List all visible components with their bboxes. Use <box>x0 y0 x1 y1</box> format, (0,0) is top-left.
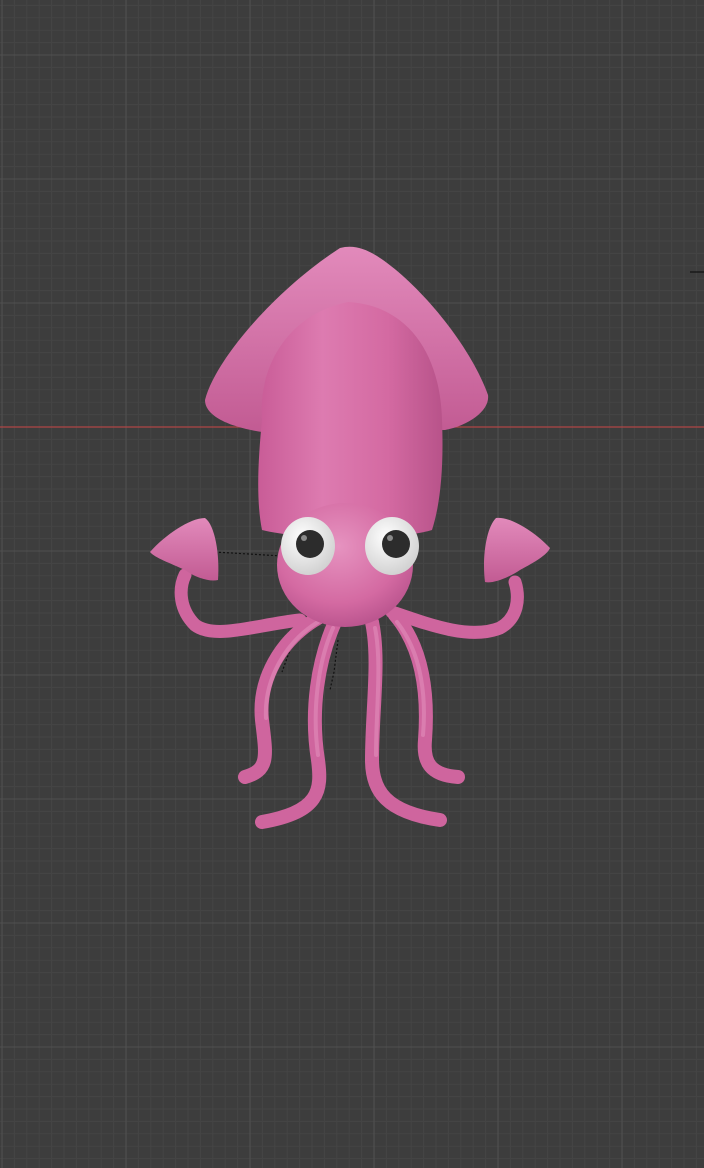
squid-model[interactable] <box>150 246 550 829</box>
left-eye <box>281 517 335 575</box>
right-eye <box>365 517 419 575</box>
right-club-fin <box>484 517 550 583</box>
viewport-canvas[interactable] <box>0 0 704 1168</box>
3d-viewport[interactable] <box>0 0 704 1168</box>
